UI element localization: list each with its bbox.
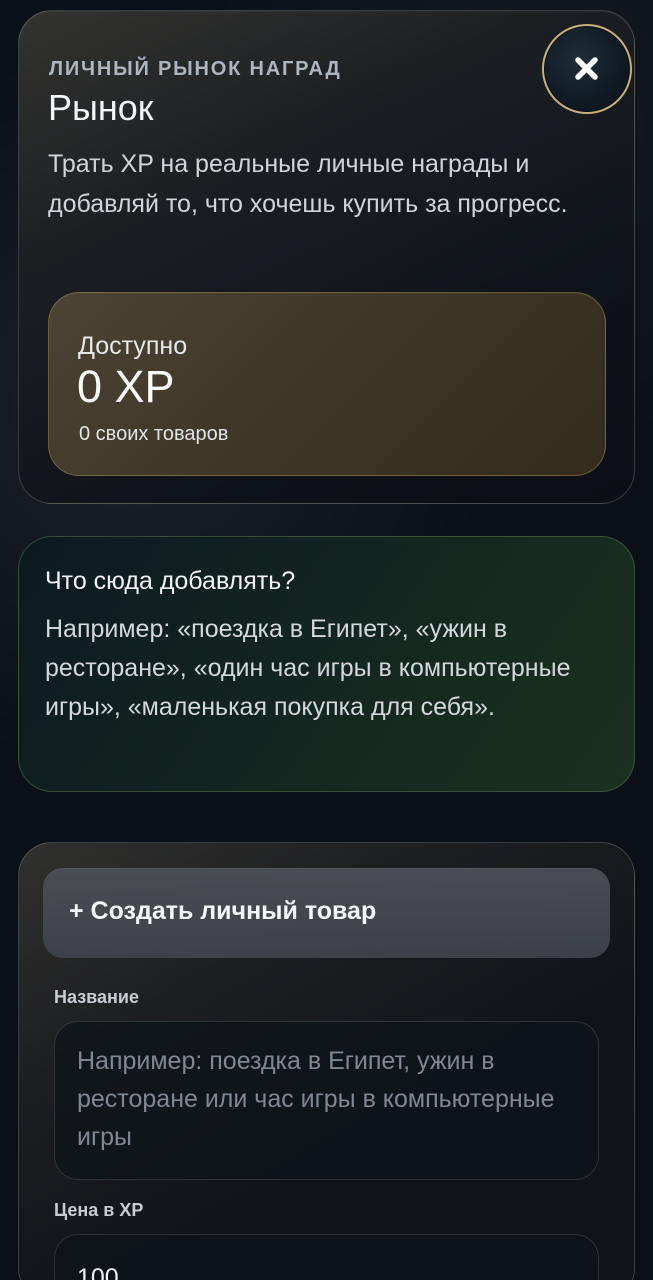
what-to-add-examples: Например: «поездка в Египет», «ужин в ре… <box>45 615 571 721</box>
create-personal-item-button[interactable]: + Создать личный товар <box>43 868 610 958</box>
market-description: Трать XP на реальные личные награды и до… <box>48 150 568 218</box>
market-hero-card: ЛИЧНЫЙ РЫНОК НАГРАД Рынок Трать XP на ре… <box>18 10 635 504</box>
close-button[interactable] <box>542 24 632 114</box>
available-balance-card: Доступно 0 XP 0 своих товаров <box>48 292 606 476</box>
market-eyebrow: ЛИЧНЫЙ РЫНОК НАГРАД <box>49 58 342 80</box>
item-price-label: Цена в XP <box>54 1200 144 1220</box>
create-item-card: + Создать личный товар Название Например… <box>18 842 635 1280</box>
item-name-label: Название <box>54 987 139 1007</box>
available-label: Доступно <box>78 332 188 360</box>
reward-market-page: ЛИЧНЫЙ РЫНОК НАГРАД Рынок Трать XP на ре… <box>0 0 653 1280</box>
what-to-add-title: Что сюда добавлять? <box>45 567 296 595</box>
page-title: Рынок <box>48 87 154 128</box>
create-personal-item-label: + Создать личный товар <box>69 897 377 925</box>
available-xp-value: 0 XP <box>77 361 175 412</box>
item-name-field[interactable]: Например: поездка в Египет, ужин в ресто… <box>54 1021 599 1180</box>
what-to-add-card: Что сюда добавлять? Например: «поездка в… <box>18 536 635 792</box>
close-icon <box>575 57 598 80</box>
own-items-count: 0 своих товаров <box>79 423 229 445</box>
item-price-field[interactable]: 100 <box>54 1234 599 1280</box>
